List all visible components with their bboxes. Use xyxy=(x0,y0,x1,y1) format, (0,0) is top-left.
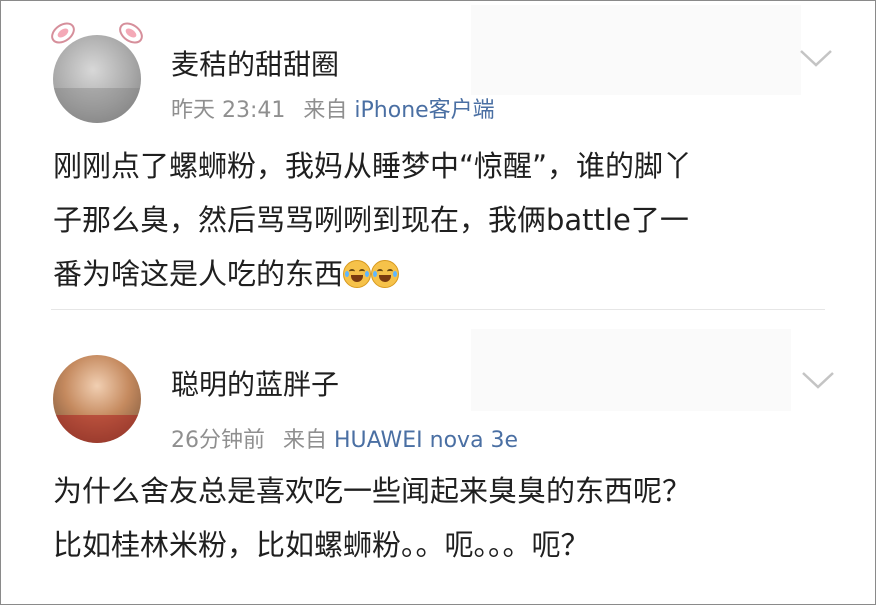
from-label: 来自 xyxy=(303,98,348,123)
from-label: 来自 xyxy=(283,428,328,453)
comment-item: 聪明的蓝胖子 26分钟前 来自 HUAWEI nova 3e 为什么舍友总是喜欢吃… xyxy=(1,311,875,604)
comment-text: 刚刚点了螺蛳粉，我妈从睡梦中“惊醒”，谁的脚丫 子那么臭，然后骂骂咧咧到现在，我… xyxy=(53,139,835,301)
comment-list: 麦秸的甜甜圈 昨天 23:41 来自 iPhone客户端 刚刚点了螺蛳粉，我妈从睡… xyxy=(0,0,876,605)
device-link[interactable]: HUAWEI nova 3e xyxy=(334,428,518,453)
post-meta: 26分钟前 来自 HUAWEI nova 3e xyxy=(171,422,518,454)
device-link[interactable]: iPhone客户端 xyxy=(354,98,494,123)
chevron-down-icon[interactable] xyxy=(799,47,833,69)
laugh-cry-emoji xyxy=(371,260,400,288)
avatar[interactable] xyxy=(53,35,141,123)
comment-text: 为什么舍友总是喜欢吃一些闻起来臭臭的东西呢？ 比如桂林米粉，比如螺蛳粉。。呃。。… xyxy=(53,474,692,562)
post-time: 26分钟前 xyxy=(171,428,265,453)
username[interactable]: 麦秸的甜甜圈 xyxy=(171,43,339,83)
divider xyxy=(51,309,825,310)
post-time: 昨天 23:41 xyxy=(171,98,286,123)
username[interactable]: 聪明的蓝胖子 xyxy=(171,363,339,403)
avatar[interactable] xyxy=(53,355,141,443)
post-meta: 昨天 23:41 来自 iPhone客户端 xyxy=(171,92,495,124)
chevron-down-icon[interactable] xyxy=(801,369,835,391)
laugh-cry-emoji xyxy=(343,260,372,288)
comment-item: 麦秸的甜甜圈 昨天 23:41 来自 iPhone客户端 刚刚点了螺蛳粉，我妈从睡… xyxy=(1,1,875,309)
